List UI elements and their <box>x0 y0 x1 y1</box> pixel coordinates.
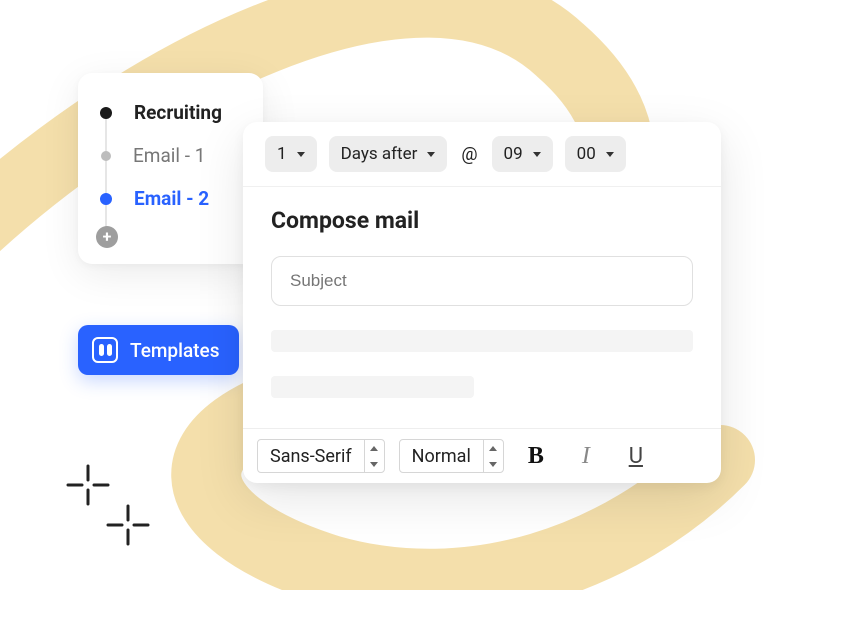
sidebar-item-label: Email - 2 <box>134 187 209 210</box>
sequence-title: Recruiting <box>134 101 222 124</box>
bold-button[interactable]: B <box>518 443 554 470</box>
format-toolbar: Sans-Serif Normal B I U <box>243 428 721 483</box>
font-family-picker[interactable]: Sans-Serif <box>257 439 385 473</box>
compose-card: 1 Days after @ 09 00 Compose mail Sans-S… <box>243 122 721 483</box>
compose-heading: Compose mail <box>271 207 693 234</box>
sidebar-item-email-1[interactable]: Email - 1 <box>96 134 245 177</box>
compose-body: Compose mail <box>243 187 721 428</box>
schedule-count-select[interactable]: 1 <box>265 136 317 172</box>
stepper-icon <box>483 440 503 472</box>
chevron-down-icon <box>297 152 305 157</box>
schedule-minute-select[interactable]: 00 <box>565 136 626 172</box>
sidebar-item-email-2[interactable]: Email - 2 <box>96 177 245 220</box>
font-size-picker[interactable]: Normal <box>399 439 504 473</box>
body-placeholder-line <box>271 376 474 398</box>
underline-button[interactable]: U <box>618 444 654 469</box>
decorative-doodle <box>66 460 176 574</box>
chevron-down-icon <box>533 152 541 157</box>
templates-button[interactable]: Templates <box>78 325 239 375</box>
add-step-button[interactable]: + <box>96 220 245 248</box>
chevron-down-icon <box>606 152 614 157</box>
subject-input[interactable] <box>271 256 693 306</box>
plus-icon: + <box>96 226 118 248</box>
schedule-unit-select[interactable]: Days after <box>329 136 448 172</box>
chevron-down-icon <box>427 152 435 157</box>
font-family-value: Sans-Serif <box>258 446 364 467</box>
sequence-sidebar: Recruiting Email - 1 Email - 2 + <box>78 73 263 264</box>
italic-button[interactable]: I <box>568 443 604 470</box>
schedule-minute-value: 00 <box>577 144 596 164</box>
dot-icon <box>100 107 112 119</box>
schedule-bar: 1 Days after @ 09 00 <box>243 122 721 187</box>
schedule-hour-value: 09 <box>504 144 523 164</box>
dot-icon <box>101 151 111 161</box>
font-size-value: Normal <box>400 446 483 467</box>
body-placeholder-line <box>271 330 693 352</box>
sidebar-item-label: Email - 1 <box>133 144 205 167</box>
stepper-icon <box>364 440 384 472</box>
sequence-title-row[interactable]: Recruiting <box>96 91 245 134</box>
schedule-hour-select[interactable]: 09 <box>492 136 553 172</box>
at-symbol: @ <box>459 144 479 165</box>
templates-label: Templates <box>130 339 219 362</box>
schedule-count-value: 1 <box>277 144 287 164</box>
schedule-unit-value: Days after <box>341 144 418 164</box>
dot-icon <box>100 193 112 205</box>
templates-icon <box>92 337 118 363</box>
